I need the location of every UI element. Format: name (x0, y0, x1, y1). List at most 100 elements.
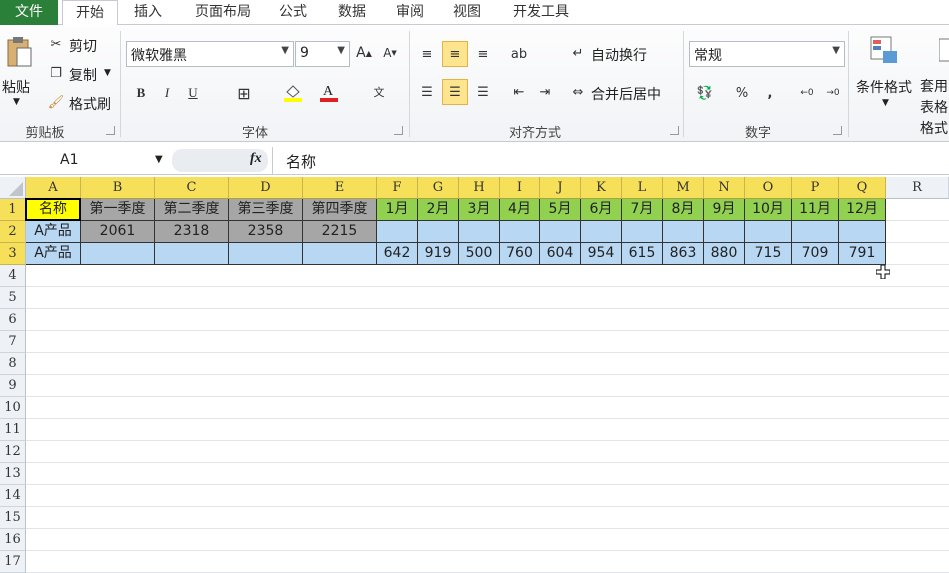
cell-Q2[interactable] (839, 221, 886, 243)
cell-D1[interactable]: 第三季度 (229, 199, 303, 221)
cell-P2[interactable] (792, 221, 839, 243)
cell-J3[interactable]: 604 (540, 243, 581, 265)
decrease-decimal-icon[interactable]: →0 (822, 83, 844, 103)
cell-G3[interactable]: 919 (418, 243, 459, 265)
tab-1[interactable]: 开始 (62, 0, 118, 26)
column-header-I[interactable]: I (500, 177, 540, 199)
cell-C3[interactable] (155, 243, 229, 265)
cell-N2[interactable] (704, 221, 745, 243)
row-header-4[interactable]: 4 (0, 265, 26, 287)
cell-A3[interactable]: A产品 (26, 243, 81, 265)
cell-N3[interactable]: 880 (704, 243, 745, 265)
cell-A1[interactable]: 名称 (26, 199, 81, 221)
cell-J1[interactable]: 5月 (540, 199, 581, 221)
cell-E1[interactable]: 第四季度 (303, 199, 377, 221)
table-format-button[interactable]: 套用表格格式 (920, 77, 949, 140)
number-launcher[interactable] (833, 126, 842, 135)
shrink-font-icon[interactable]: A ▼ (380, 43, 400, 63)
column-header-M[interactable]: M (663, 177, 704, 199)
row-header-12[interactable]: 12 (0, 441, 26, 463)
align-right-icon[interactable]: ☰ (472, 81, 494, 103)
alignment-launcher[interactable] (670, 126, 679, 135)
cell-P3[interactable]: 709 (792, 243, 839, 265)
font-size-combo[interactable]: 9 ▼ (295, 41, 350, 67)
italic-button[interactable]: I (158, 83, 176, 103)
cell-A2[interactable]: A产品 (26, 221, 81, 243)
tab-3[interactable]: 页面布局 (180, 0, 266, 25)
cell-G1[interactable]: 2月 (418, 199, 459, 221)
align-center-icon[interactable]: ☰ (442, 79, 468, 105)
row-header-1[interactable]: 1 (0, 199, 26, 221)
cell-L1[interactable]: 7月 (622, 199, 663, 221)
row-header-5[interactable]: 5 (0, 287, 26, 309)
tab-6[interactable]: 审阅 (384, 0, 436, 25)
cell-E2[interactable]: 2215 (303, 221, 377, 243)
row-header-17[interactable]: 17 (0, 551, 26, 573)
cell-K3[interactable]: 954 (581, 243, 622, 265)
cell-O1[interactable]: 10月 (745, 199, 792, 221)
conditional-format-dropdown[interactable]: ▼ (882, 98, 889, 108)
paste-icon[interactable] (2, 35, 34, 69)
fx-icon[interactable]: fx (250, 151, 262, 167)
tab-2[interactable]: 插入 (120, 0, 176, 25)
cell-F2[interactable] (377, 221, 418, 243)
wrap-text-button[interactable]: 自动换行 (591, 45, 647, 65)
column-header-O[interactable]: O (745, 177, 792, 199)
cell-E3[interactable] (303, 243, 377, 265)
cell-F1[interactable]: 1月 (377, 199, 418, 221)
cell-M1[interactable]: 8月 (663, 199, 704, 221)
cell-H1[interactable]: 3月 (459, 199, 500, 221)
align-middle-icon[interactable]: ≡ (442, 41, 468, 67)
name-box[interactable]: A1 ▼ (0, 148, 170, 174)
align-bottom-icon[interactable]: ≡ (472, 43, 494, 65)
row-header-11[interactable]: 11 (0, 419, 26, 441)
row-header-8[interactable]: 8 (0, 353, 26, 375)
column-header-D[interactable]: D (229, 177, 303, 199)
percent-button[interactable]: % (732, 83, 752, 103)
row-header-3[interactable]: 3 (0, 243, 26, 265)
conditional-format-button[interactable]: 条件格式 (856, 77, 912, 97)
comma-button[interactable]: , (760, 83, 780, 103)
formula-input[interactable]: 名称 (286, 151, 316, 172)
align-top-icon[interactable]: ≡ (416, 43, 438, 65)
currency-icon[interactable]: 💱 (694, 83, 716, 103)
cell-K1[interactable]: 6月 (581, 199, 622, 221)
fill-color-icon[interactable] (282, 81, 304, 103)
number-format-combo[interactable]: 常规 ▼ (689, 41, 845, 67)
row-header-14[interactable]: 14 (0, 485, 26, 507)
increase-indent-icon[interactable]: ⇥ (534, 81, 556, 103)
column-header-P[interactable]: P (792, 177, 839, 199)
format-painter-button[interactable]: 格式刷 (69, 94, 111, 114)
column-header-N[interactable]: N (704, 177, 745, 199)
increase-decimal-icon[interactable]: ←0 (796, 83, 818, 103)
row-header-6[interactable]: 6 (0, 309, 26, 331)
cell-I1[interactable]: 4月 (500, 199, 540, 221)
cell-L2[interactable] (622, 221, 663, 243)
orientation-icon[interactable]: ab (508, 43, 530, 65)
bold-button[interactable]: B (132, 83, 150, 103)
row-header-16[interactable]: 16 (0, 529, 26, 551)
cell-P1[interactable]: 11月 (792, 199, 839, 221)
cell-Q1[interactable]: 12月 (839, 199, 886, 221)
cell-O2[interactable] (745, 221, 792, 243)
cell-D2[interactable]: 2358 (229, 221, 303, 243)
copy-dropdown[interactable]: ▼ (104, 68, 111, 78)
tab-0[interactable]: 文件 (0, 0, 58, 25)
cell-Q3[interactable]: 791 (839, 243, 886, 265)
cell-K2[interactable] (581, 221, 622, 243)
cell-M2[interactable] (663, 221, 704, 243)
row-header-2[interactable]: 2 (0, 221, 26, 243)
grow-font-icon[interactable]: A ▲ (354, 43, 374, 63)
merge-center-button[interactable]: 合并后居中 (591, 84, 661, 104)
column-header-J[interactable]: J (540, 177, 581, 199)
column-header-K[interactable]: K (581, 177, 622, 199)
align-left-icon[interactable]: ☰ (416, 81, 438, 103)
cell-B1[interactable]: 第一季度 (81, 199, 155, 221)
column-header-A[interactable]: A (26, 177, 81, 199)
column-header-C[interactable]: C (155, 177, 229, 199)
cell-D3[interactable] (229, 243, 303, 265)
cut-button[interactable]: 剪切 (69, 36, 97, 56)
cell-F3[interactable]: 642 (377, 243, 418, 265)
row-header-15[interactable]: 15 (0, 507, 26, 529)
cell-G2[interactable] (418, 221, 459, 243)
